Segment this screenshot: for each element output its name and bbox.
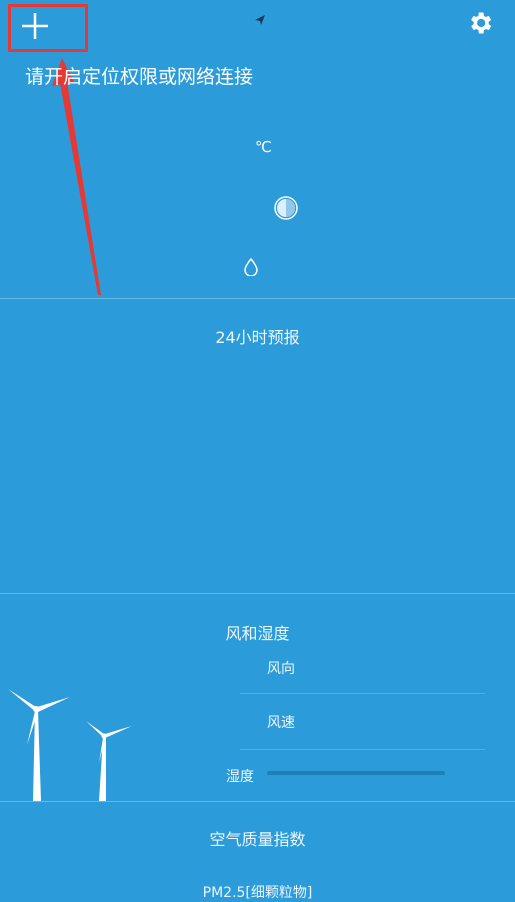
- weather-condition-icon: [274, 196, 298, 220]
- divider: [0, 801, 515, 802]
- pm25-label: PM2.5[细颗粒物]: [202, 885, 313, 901]
- aqi-title: 空气质量指数: [209, 830, 306, 849]
- row-divider: [240, 749, 485, 750]
- row-divider: [240, 693, 485, 694]
- humidity-label: 湿度: [226, 769, 254, 785]
- location-message: 请开启定位权限或网络连接: [25, 66, 254, 88]
- temperature-unit: ℃: [255, 138, 272, 156]
- divider: [0, 593, 515, 594]
- divider: [0, 298, 515, 299]
- humidity-bar: [267, 771, 445, 775]
- forecast-title: 24小时预报: [215, 328, 300, 347]
- wind-humidity-title: 风和湿度: [225, 624, 290, 643]
- wind-speed-label: 风速: [267, 715, 295, 731]
- wind-turbine-icon: [8, 689, 132, 801]
- wind-direction-label: 风向: [267, 661, 295, 677]
- water-drop-icon: [244, 258, 258, 276]
